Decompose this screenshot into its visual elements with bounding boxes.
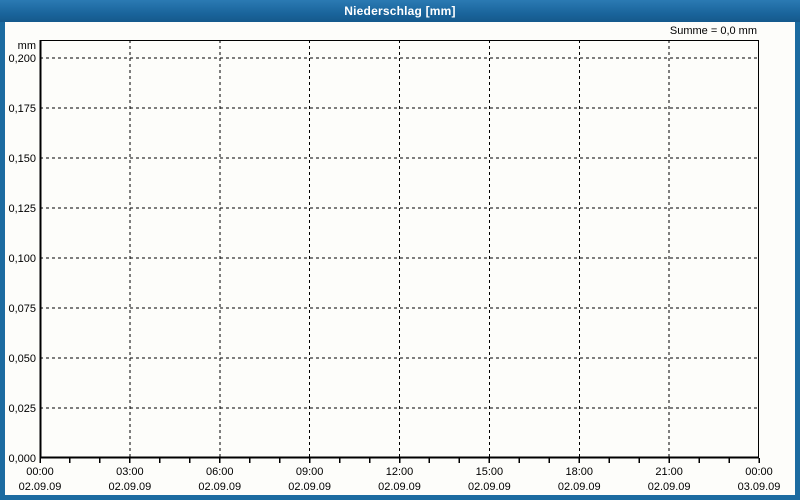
- y-tick-label: 0,100: [8, 253, 36, 265]
- chart-title-bar: Niederschlag [mm]: [0, 0, 800, 22]
- grid-lines: [40, 40, 759, 458]
- x-time-label: 15:00: [476, 466, 504, 478]
- chart-content-area: 0,200 0,175 0,150 0,125 0,100 0,075 0,050 0,025…: [0, 22, 800, 500]
- x-date-label: 02.09.09: [198, 481, 241, 493]
- y-tick-label: 0,125: [8, 203, 36, 215]
- x-date-label: 02.09.09: [378, 481, 421, 493]
- chart-window: Niederschlag [mm] 0,200 0,175 0,150 0,125 0,…: [0, 0, 800, 500]
- y-tick-label: 0,175: [8, 103, 36, 115]
- x-date-label: 02.09.09: [288, 481, 331, 493]
- x-date-label: 03.09.09: [738, 481, 781, 493]
- axis-ticks: [39, 458, 760, 463]
- x-time-label: 06:00: [206, 466, 234, 478]
- y-tick-label: 0,050: [8, 353, 36, 365]
- x-time-label: 09:00: [296, 466, 324, 478]
- x-time-label: 21:00: [655, 466, 683, 478]
- y-tick-label: 0,075: [8, 303, 36, 315]
- x-date-label: 02.09.09: [108, 481, 151, 493]
- page-title: Niederschlag [mm]: [344, 4, 456, 18]
- x-date-label: 02.09.09: [558, 481, 601, 493]
- y-tick-label: 0,150: [8, 153, 36, 165]
- sum-annotation: Summe = 0,0 mm: [670, 25, 757, 37]
- x-date-label: 02.09.09: [648, 481, 691, 493]
- x-time-label: 18:00: [565, 466, 593, 478]
- axis-labels: 0,200 0,175 0,150 0,125 0,100 0,075 0,050 0,025…: [8, 53, 780, 493]
- x-time-label: 00:00: [745, 466, 773, 478]
- x-date-label: 02.09.09: [19, 481, 62, 493]
- y-tick-label: 0,200: [8, 53, 36, 65]
- x-time-label: 00:00: [26, 466, 54, 478]
- x-date-label: 02.09.09: [468, 481, 511, 493]
- x-time-label: 12:00: [386, 466, 414, 478]
- x-time-label: 03:00: [116, 466, 144, 478]
- y-tick-label: 0,000: [8, 453, 36, 465]
- y-tick-label: 0,025: [8, 403, 36, 415]
- precipitation-chart: 0,200 0,175 0,150 0,125 0,100 0,075 0,050 0,025…: [8, 25, 780, 493]
- y-axis-unit-label: mm: [18, 40, 36, 52]
